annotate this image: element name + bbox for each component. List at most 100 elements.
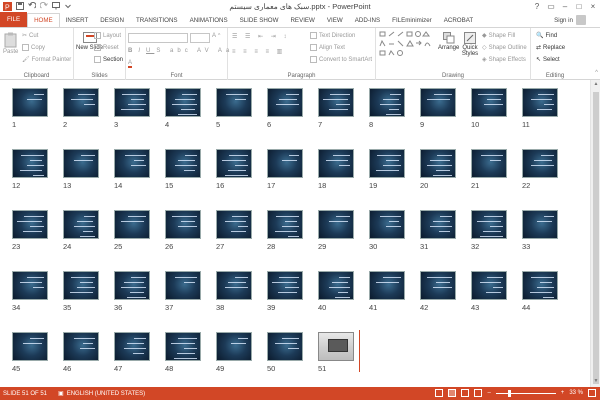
slide-thumbnail[interactable]: 25 (114, 210, 150, 251)
slide-preview[interactable] (216, 332, 252, 361)
sign-in[interactable]: Sign in (554, 15, 586, 25)
slide-thumbnail[interactable]: 27 (216, 210, 252, 251)
slide-thumbnail[interactable]: 7 (318, 88, 354, 129)
scroll-up-icon[interactable]: ▲ (591, 81, 600, 89)
save-icon[interactable] (15, 2, 24, 11)
slide-preview[interactable] (165, 88, 201, 117)
undo-icon[interactable] (27, 2, 36, 11)
slide-preview[interactable] (216, 271, 252, 300)
redo-icon[interactable] (39, 2, 48, 11)
slide-preview[interactable] (114, 271, 150, 300)
tab-design[interactable]: DESIGN (94, 14, 130, 27)
tab-insert[interactable]: INSERT (60, 14, 95, 27)
slide-preview[interactable] (12, 88, 48, 117)
slide-thumbnail[interactable]: 43 (471, 271, 507, 312)
minimize-icon[interactable]: – (558, 0, 572, 12)
slide-thumbnail[interactable]: 17 (267, 149, 303, 190)
slide-preview[interactable] (267, 88, 303, 117)
slide-thumbnail[interactable]: 32 (471, 210, 507, 251)
slide-preview[interactable] (114, 149, 150, 178)
reading-view-icon[interactable] (461, 389, 470, 397)
slide-preview[interactable] (267, 271, 303, 300)
slide-preview[interactable] (114, 332, 150, 361)
tab-add-ins[interactable]: ADD-INS (349, 14, 386, 27)
slide-preview[interactable] (318, 210, 354, 239)
maximize-icon[interactable]: □ (572, 0, 586, 12)
slide-thumbnail[interactable]: 40 (318, 271, 354, 312)
slide-thumbnail[interactable]: 11 (522, 88, 558, 129)
find-button[interactable]: 🔍 Find (536, 32, 557, 40)
slide-preview[interactable] (114, 210, 150, 239)
vertical-scrollbar[interactable]: ▲ ▼ (590, 80, 600, 387)
tab-fileminimizer[interactable]: FILEminimizer (386, 14, 438, 27)
slide-preview[interactable] (165, 149, 201, 178)
slide-preview[interactable] (12, 210, 48, 239)
slide-preview[interactable] (471, 149, 507, 178)
slide-thumbnail[interactable]: 3 (114, 88, 150, 129)
grow-font-icon[interactable]: A ^ (212, 33, 220, 39)
slide-thumbnail[interactable]: 41 (369, 271, 405, 312)
slide-preview[interactable] (216, 149, 252, 178)
slide-preview[interactable] (267, 149, 303, 178)
slide-thumbnail[interactable]: 10 (471, 88, 507, 129)
slide-preview[interactable] (165, 332, 201, 361)
slide-thumbnail[interactable]: 31 (420, 210, 456, 251)
slide-preview[interactable] (369, 271, 405, 300)
slide-preview[interactable] (12, 149, 48, 178)
tab-transitions[interactable]: TRANSITIONS (130, 14, 184, 27)
replace-button[interactable]: ⇄ Replace (536, 44, 565, 52)
slide-preview[interactable] (165, 271, 201, 300)
tab-slide-show[interactable]: SLIDE SHOW (234, 14, 285, 27)
slide-thumbnail[interactable]: 9 (420, 88, 456, 129)
slide-preview[interactable] (471, 88, 507, 117)
slide-thumbnail[interactable]: 46 (63, 332, 99, 373)
paste-button[interactable]: Paste (3, 32, 18, 55)
quick-styles-button[interactable]: Quick Styles (460, 32, 480, 57)
slide-preview[interactable] (318, 332, 354, 361)
shape-outline-button[interactable]: ◇ Shape Outline (482, 44, 527, 52)
scroll-thumb[interactable] (593, 92, 599, 384)
slide-preview[interactable] (369, 210, 405, 239)
font-size-dropdown[interactable] (190, 33, 210, 43)
slide-thumbnail[interactable]: 5 (216, 88, 252, 129)
slide-thumbnail[interactable]: 34 (12, 271, 48, 312)
slide-preview[interactable] (267, 210, 303, 239)
slide-preview[interactable] (420, 149, 456, 178)
slide-preview[interactable] (114, 88, 150, 117)
slide-thumbnail[interactable]: 36 (114, 271, 150, 312)
close-icon[interactable]: × (586, 0, 600, 12)
slide-preview[interactable] (318, 149, 354, 178)
slide-preview[interactable] (63, 210, 99, 239)
zoom-in-icon[interactable]: + (561, 390, 565, 396)
slide-thumbnail[interactable]: 33 (522, 210, 558, 251)
slide-preview[interactable] (63, 332, 99, 361)
customize-qat-icon[interactable] (63, 2, 72, 11)
slide-preview[interactable] (471, 210, 507, 239)
slide-preview[interactable] (12, 271, 48, 300)
slide-thumbnail[interactable]: 6 (267, 88, 303, 129)
slide-preview[interactable] (369, 149, 405, 178)
start-slideshow-icon[interactable] (51, 2, 60, 11)
slide-thumbnail[interactable]: 4 (165, 88, 201, 129)
slide-thumbnail[interactable]: 12 (12, 149, 48, 190)
text-direction-button[interactable]: Text Direction (310, 32, 355, 39)
slide-preview[interactable] (165, 210, 201, 239)
shapes-gallery[interactable] (379, 31, 435, 61)
scroll-down-icon[interactable]: ▼ (591, 378, 600, 386)
slide-thumbnail[interactable]: 30 (369, 210, 405, 251)
slide-thumbnail[interactable]: 47 (114, 332, 150, 373)
list-buttons[interactable]: ☰ ☰ ⇤ ⇥ ↕ (232, 33, 289, 40)
select-button[interactable]: ↖ Select (536, 56, 560, 64)
slide-thumbnail[interactable]: 26 (165, 210, 201, 251)
slide-preview[interactable] (522, 210, 558, 239)
slide-thumbnail[interactable]: 15 (165, 149, 201, 190)
slide-thumbnail[interactable]: 29 (318, 210, 354, 251)
slide-preview[interactable] (420, 88, 456, 117)
tab-acrobat[interactable]: ACROBAT (438, 14, 479, 27)
font-format-buttons[interactable]: BIUS abc AV Aa (128, 48, 233, 54)
slide-thumbnail[interactable]: 44 (522, 271, 558, 312)
font-color-icon[interactable]: A (128, 60, 133, 68)
font-name-dropdown[interactable] (128, 33, 188, 43)
fit-to-window-icon[interactable] (588, 389, 596, 397)
format-painter-button[interactable]: 🖌 Format Painter (22, 56, 71, 64)
